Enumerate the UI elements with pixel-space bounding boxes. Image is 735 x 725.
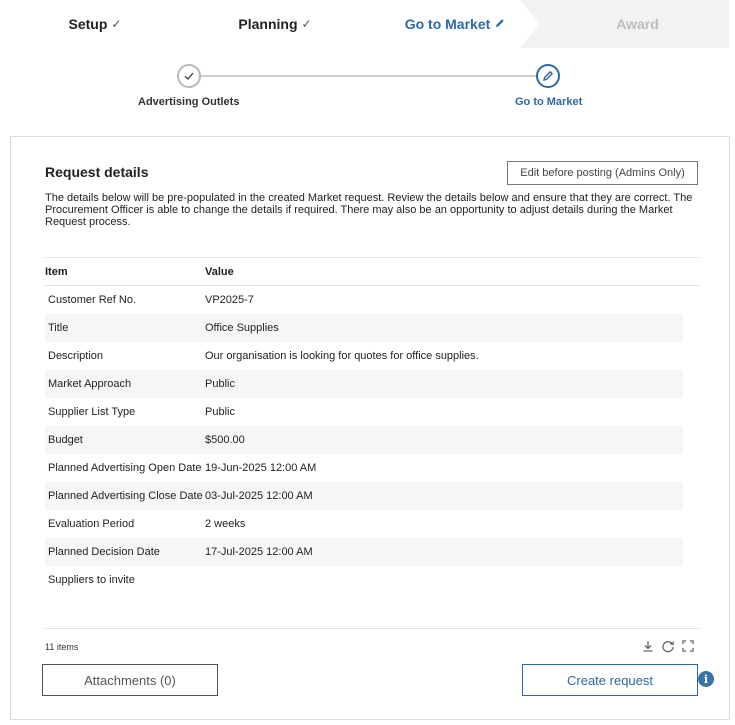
step-go-to-market-label: Go to Market xyxy=(515,96,583,108)
table-header: Item Value xyxy=(45,257,699,286)
request-details-card: Request details Edit before posting (Adm… xyxy=(10,136,730,720)
stage-setup-label: Setup xyxy=(68,16,108,32)
stage-go-to-market-label: Go to Market xyxy=(404,16,491,32)
step-advertising-outlets-label: Advertising Outlets xyxy=(138,96,240,108)
download-icon[interactable] xyxy=(641,639,655,653)
row-value: $500.00 xyxy=(205,434,245,446)
column-header-value[interactable]: Value xyxy=(205,266,699,278)
row-value: Office Supplies xyxy=(205,322,279,334)
sub-stepper: Advertising Outlets Go to Market xyxy=(0,60,735,112)
card-title: Request details xyxy=(45,164,149,180)
stage-award[interactable]: Award xyxy=(560,0,715,48)
row-item: Budget xyxy=(48,434,83,446)
row-value: 2 weeks xyxy=(205,518,246,530)
row-item: Customer Ref No. xyxy=(48,294,137,306)
table-row: Evaluation Period 2 weeks xyxy=(45,510,683,538)
request-details-table: Item Value Customer Ref No. VP2025-7 Tit… xyxy=(45,257,699,594)
attachments-button[interactable]: Attachments (0) xyxy=(42,664,218,696)
row-item: Title xyxy=(48,322,69,334)
items-count: 11 items xyxy=(45,642,79,652)
stage-award-label: Award xyxy=(616,16,659,32)
row-item: Planned Advertising Open Date xyxy=(48,462,202,474)
column-header-item[interactable]: Item xyxy=(45,266,205,278)
row-value: 17-Jul-2025 12:00 AM xyxy=(205,546,313,558)
row-item: Suppliers to invite xyxy=(48,574,135,586)
row-value: 19-Jun-2025 12:00 AM xyxy=(205,462,317,474)
row-item: Supplier List Type xyxy=(48,406,136,418)
table-row: Description Our organisation is looking … xyxy=(45,342,683,370)
table-tools xyxy=(641,639,695,653)
table-footer-divider xyxy=(45,628,699,629)
edit-before-posting-button[interactable]: Edit before posting (Admins Only) xyxy=(507,161,698,185)
row-item: Evaluation Period xyxy=(48,518,135,530)
table-row: Customer Ref No. VP2025-7 xyxy=(45,286,683,314)
table-row: Suppliers to invite xyxy=(45,566,683,594)
table-row: Title Office Supplies xyxy=(45,314,683,342)
create-request-button[interactable]: Create request xyxy=(522,664,698,696)
fullscreen-icon[interactable] xyxy=(681,639,695,653)
pencil-icon xyxy=(542,70,554,82)
row-value: VP2025-7 xyxy=(205,294,254,306)
row-item: Planned Advertising Close Date xyxy=(48,490,203,502)
row-item: Market Approach xyxy=(48,378,132,390)
table-row: Planned Decision Date 17-Jul-2025 12:00 … xyxy=(45,538,683,566)
row-value: Public xyxy=(205,378,235,390)
row-value: Public xyxy=(205,406,235,418)
step-advertising-outlets[interactable] xyxy=(177,64,201,88)
refresh-icon[interactable] xyxy=(661,639,675,653)
row-value: Our organisation is looking for quotes f… xyxy=(205,350,479,362)
table-row: Market Approach Public xyxy=(45,370,683,398)
stage-planning[interactable]: Planning ✓ xyxy=(210,0,340,48)
stage-planning-label: Planning xyxy=(238,16,298,32)
step-go-to-market[interactable] xyxy=(536,64,560,88)
table-row: Planned Advertising Open Date 19-Jun-202… xyxy=(45,454,683,482)
row-value: 03-Jul-2025 12:00 AM xyxy=(205,490,313,502)
table-row: Planned Advertising Close Date 03-Jul-20… xyxy=(45,482,683,510)
pencil-icon xyxy=(495,17,505,31)
check-icon: ✓ xyxy=(301,17,312,31)
table-row: Supplier List Type Public xyxy=(45,398,683,426)
stage-go-to-market[interactable]: Go to Market xyxy=(385,0,525,48)
info-icon[interactable]: i xyxy=(698,671,714,687)
row-item: Description xyxy=(48,350,104,362)
stage-navigation: Setup ✓ Planning ✓ Go to Market Award xyxy=(0,0,729,48)
table-row: Budget $500.00 xyxy=(45,426,683,454)
stage-setup[interactable]: Setup ✓ xyxy=(40,0,150,48)
card-description: The details below will be pre-populated … xyxy=(45,192,693,228)
stepper-connector xyxy=(200,75,537,77)
row-item: Planned Decision Date xyxy=(48,546,160,558)
check-icon xyxy=(183,70,195,82)
check-icon: ✓ xyxy=(111,17,122,31)
